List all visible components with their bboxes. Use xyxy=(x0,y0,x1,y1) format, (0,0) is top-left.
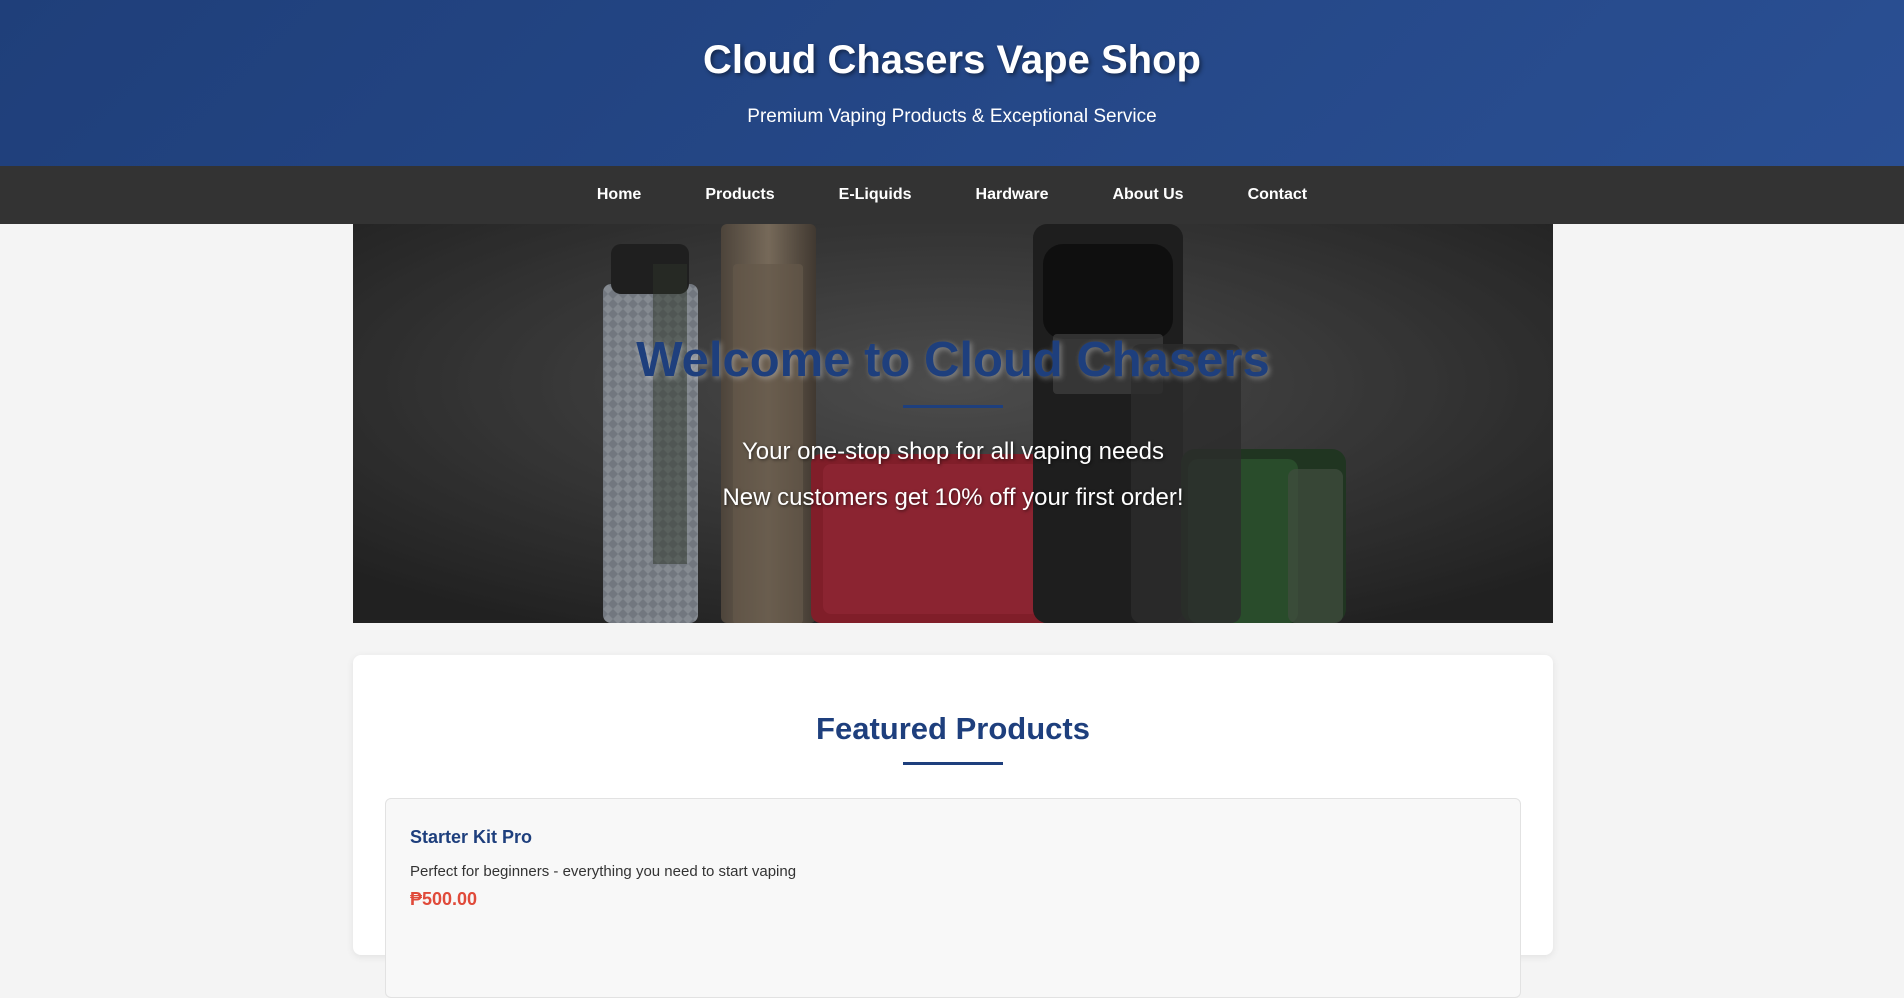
site-header: Cloud Chasers Vape Shop Premium Vaping P… xyxy=(0,0,1904,166)
product-price: ₱500.00 xyxy=(410,889,478,909)
hero-title: Welcome to Cloud Chasers xyxy=(636,333,1270,387)
nav-link-products[interactable]: Products xyxy=(705,186,774,204)
hero-promo: New customers get 10% off your first ord… xyxy=(722,484,1184,511)
site-title: Cloud Chasers Vape Shop xyxy=(703,38,1201,82)
nav-link-e-liquids[interactable]: E-Liquids xyxy=(839,186,912,204)
hero-divider xyxy=(903,405,1003,408)
product-card[interactable]: Starter Kit Pro Perfect for beginners - … xyxy=(385,798,1521,998)
nav-link-contact[interactable]: Contact xyxy=(1248,186,1308,204)
featured-divider xyxy=(903,762,1003,765)
nav-link-home[interactable]: Home xyxy=(597,186,641,204)
featured-products-section: Featured Products Starter Kit Pro Perfec… xyxy=(353,655,1553,998)
product-name[interactable]: Starter Kit Pro xyxy=(410,827,532,848)
nav-link-hardware[interactable]: Hardware xyxy=(976,186,1049,204)
nav-link-about-us[interactable]: About Us xyxy=(1112,186,1183,204)
hero-overlay xyxy=(353,224,1553,623)
main-nav: Home Products E-Liquids Hardware About U… xyxy=(0,166,1904,224)
hero-tagline: Your one-stop shop for all vaping needs xyxy=(741,438,1165,465)
featured-title: Featured Products xyxy=(816,711,1090,746)
site-subtitle: Premium Vaping Products & Exceptional Se… xyxy=(747,106,1157,127)
product-description: Perfect for beginners - everything you n… xyxy=(410,863,797,880)
hero-banner: Welcome to Cloud Chasers Your one-stop s… xyxy=(353,224,1553,623)
